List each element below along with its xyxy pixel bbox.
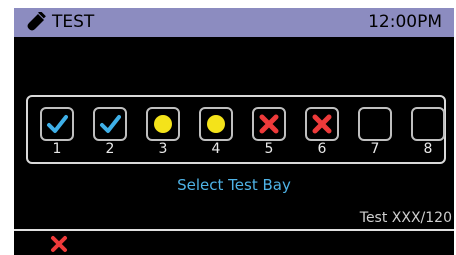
screen-title: TEST	[52, 12, 95, 32]
bay-status-box[interactable]	[40, 107, 74, 141]
checkmark-icon	[47, 115, 68, 133]
bay-status-box[interactable]	[199, 107, 233, 141]
in-progress-dot-icon	[207, 115, 225, 133]
bay-status-box[interactable]	[358, 107, 392, 141]
bay-number: 2	[105, 141, 115, 157]
bay-number: 5	[264, 141, 274, 157]
bay-selector: 1 2 3 4 5 6 7 8	[26, 95, 446, 164]
test-bay-8[interactable]: 8	[411, 107, 445, 159]
footer-divider	[14, 229, 454, 231]
test-tube-icon	[27, 12, 46, 31]
bay-status-box[interactable]	[146, 107, 180, 141]
bay-status-box[interactable]	[305, 107, 339, 141]
checkmark-icon	[100, 115, 121, 133]
bay-number: 4	[211, 141, 221, 157]
bay-status-box[interactable]	[93, 107, 127, 141]
test-bay-4[interactable]: 4	[199, 107, 233, 159]
bay-number: 1	[52, 141, 62, 157]
bay-number: 3	[158, 141, 168, 157]
test-bay-3[interactable]: 3	[146, 107, 180, 159]
fail-x-icon	[312, 114, 332, 134]
bay-number: 6	[317, 141, 327, 157]
device-screen: TEST 12:00PM 1 2 3 4 5 6 7 8 Select Test Bay Te…	[14, 8, 454, 255]
bay-status-box[interactable]	[411, 107, 445, 141]
test-bay-1[interactable]: 1	[40, 107, 74, 159]
close-icon[interactable]	[50, 235, 68, 253]
test-count: Test XXX/120	[359, 210, 452, 226]
test-bay-2[interactable]: 2	[93, 107, 127, 159]
clock: 12:00PM	[368, 12, 442, 32]
bay-number: 7	[370, 141, 380, 157]
test-bay-6[interactable]: 6	[305, 107, 339, 159]
status-bar: TEST 12:00PM	[14, 8, 454, 37]
select-prompt: Select Test Bay	[177, 176, 291, 194]
fail-x-icon	[259, 114, 279, 134]
test-bay-5[interactable]: 5	[252, 107, 286, 159]
bay-number: 8	[423, 141, 433, 157]
bay-status-box[interactable]	[252, 107, 286, 141]
test-bay-7[interactable]: 7	[358, 107, 392, 159]
in-progress-dot-icon	[154, 115, 172, 133]
